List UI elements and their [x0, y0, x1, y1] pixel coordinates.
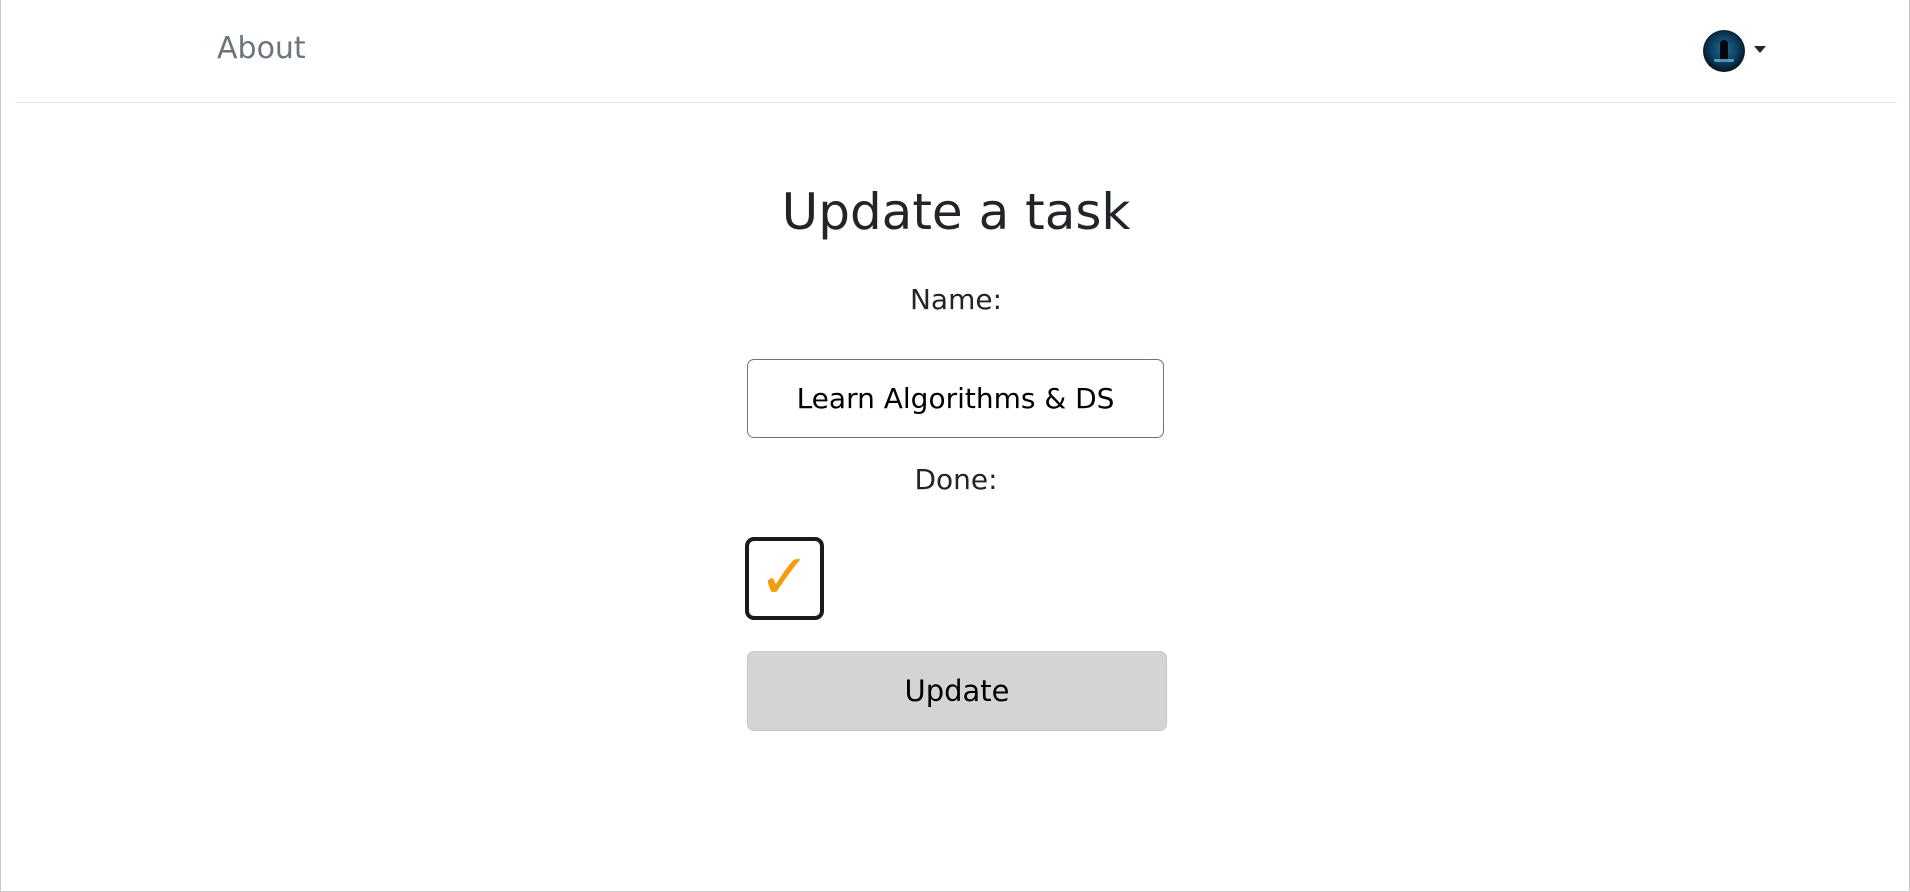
caret-down-icon[interactable] — [1754, 46, 1766, 53]
app-window: About Update a task Name: Done: ✓ Update — [0, 0, 1910, 892]
page-title: Update a task — [781, 183, 1131, 241]
update-button[interactable]: Update — [747, 651, 1167, 731]
avatar-icon[interactable] — [1703, 30, 1745, 72]
done-checkbox[interactable]: ✓ — [745, 537, 824, 620]
navbar: About — [15, 0, 1897, 103]
avatar-glow — [1714, 59, 1734, 62]
name-label: Name: — [909, 283, 1003, 316]
check-icon: ✓ — [758, 539, 811, 613]
done-label: Done: — [914, 463, 998, 496]
task-name-input[interactable] — [747, 359, 1164, 438]
nav-about-link[interactable]: About — [217, 31, 306, 66]
user-menu-toggle[interactable] — [1703, 30, 1775, 72]
